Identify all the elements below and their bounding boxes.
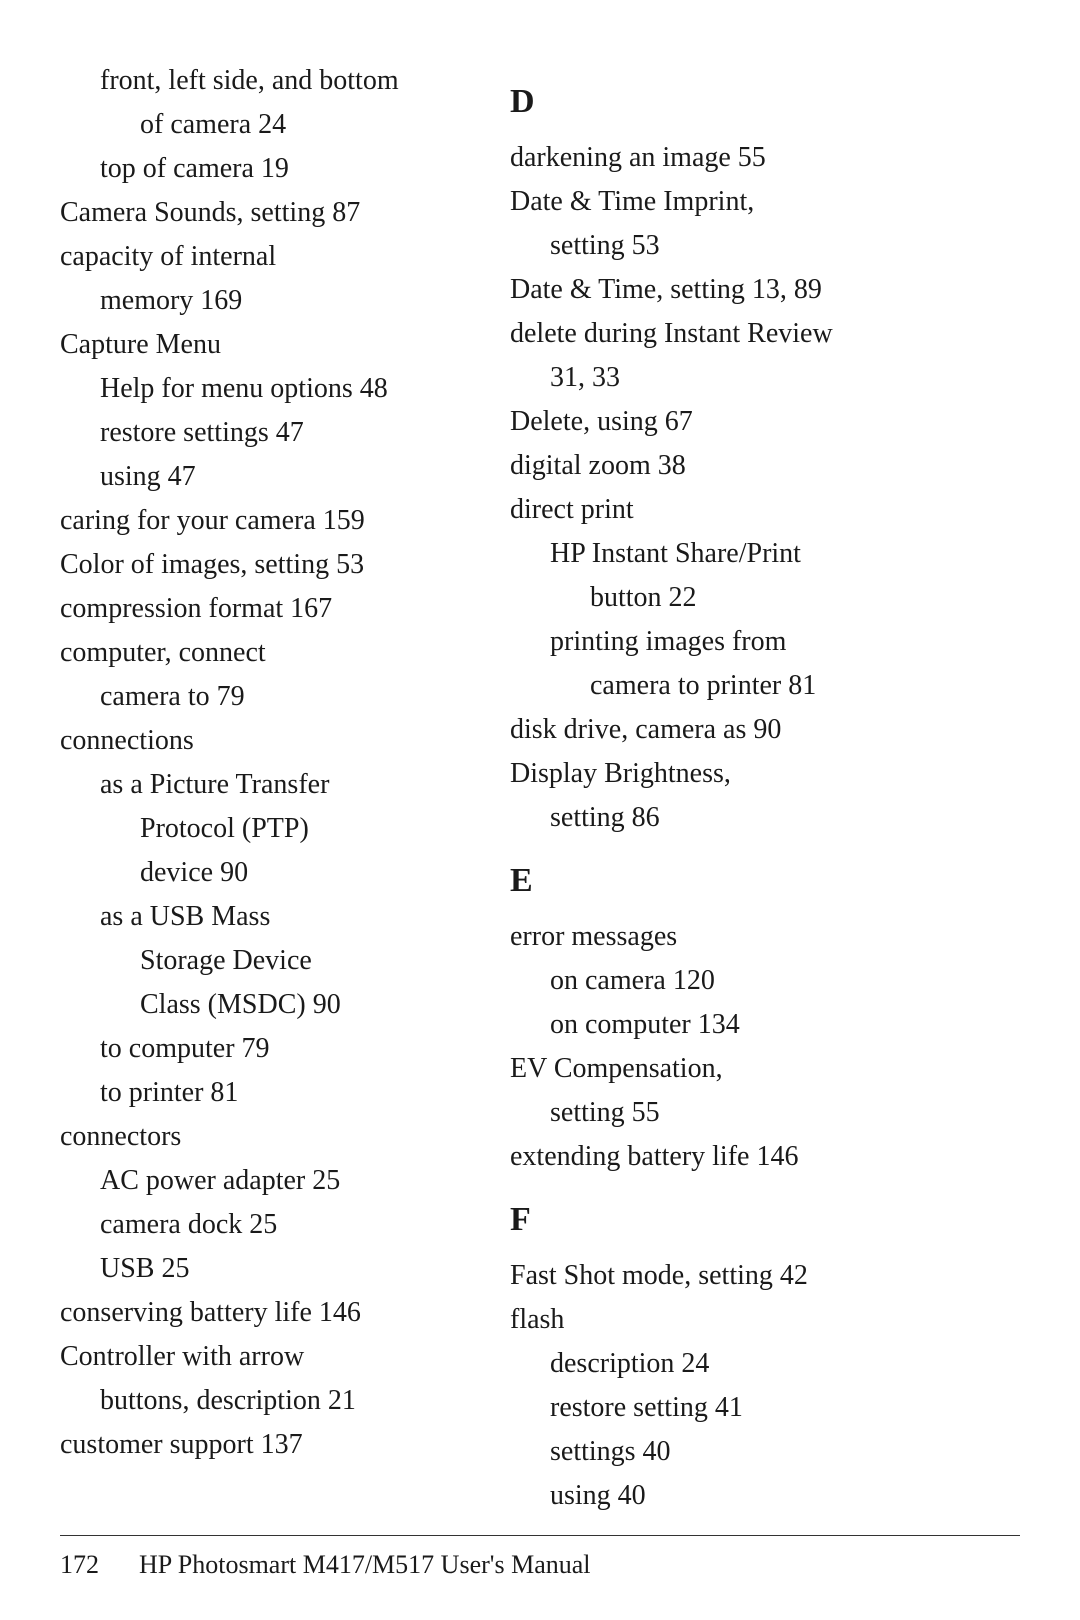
index-entry: EV Compensation, — [510, 1048, 1020, 1090]
content-area: front, left side, and bottomof camera 24… — [60, 60, 1020, 1460]
index-entry: delete during Instant Review — [510, 313, 1020, 355]
index-entry: top of camera 19 — [60, 148, 460, 190]
index-entry: Storage Device — [60, 940, 460, 982]
index-entry: as a Picture Transfer — [60, 764, 460, 806]
index-entry: capacity of internal — [60, 236, 460, 278]
index-entry: error messages — [510, 916, 1020, 958]
index-entry: device 90 — [60, 852, 460, 894]
index-entry: Camera Sounds, setting 87 — [60, 192, 460, 234]
index-entry: on camera 120 — [510, 960, 1020, 1002]
index-entry: direct print — [510, 489, 1020, 531]
index-entry: description 24 — [510, 1343, 1020, 1385]
index-entry: setting 55 — [510, 1092, 1020, 1134]
index-entry: compression format 167 — [60, 588, 460, 630]
index-entry: Date & Time, setting 13, 89 — [510, 269, 1020, 311]
index-entry: Capture Menu — [60, 324, 460, 366]
left-column: front, left side, and bottomof camera 24… — [60, 60, 490, 1460]
index-entry: 31, 33 — [510, 357, 1020, 399]
footer-title: HP Photosmart M417/M517 User's Manual — [139, 1550, 591, 1580]
index-entry: on computer 134 — [510, 1004, 1020, 1046]
index-entry: as a USB Mass — [60, 896, 460, 938]
index-entry: to printer 81 — [60, 1072, 460, 1114]
index-entry: Delete, using 67 — [510, 401, 1020, 443]
index-entry: Class (MSDC) 90 — [60, 984, 460, 1026]
index-entry: settings 40 — [510, 1431, 1020, 1473]
footer: 172 HP Photosmart M417/M517 User's Manua… — [60, 1535, 1020, 1580]
index-entry: flash — [510, 1299, 1020, 1341]
index-entry: connections — [60, 720, 460, 762]
section-header: F — [510, 1194, 1020, 1245]
index-entry: using 47 — [60, 456, 460, 498]
index-entry: computer, connect — [60, 632, 460, 674]
index-entry: conserving battery life 146 — [60, 1292, 460, 1334]
index-entry: darkening an image 55 — [510, 137, 1020, 179]
index-entry: caring for your camera 159 — [60, 500, 460, 542]
index-entry: extending battery life 146 — [510, 1136, 1020, 1178]
index-entry: camera to 79 — [60, 676, 460, 718]
index-entry: Color of images, setting 53 — [60, 544, 460, 586]
index-entry: restore setting 41 — [510, 1387, 1020, 1429]
section-header: E — [510, 855, 1020, 906]
index-entry: disk drive, camera as 90 — [510, 709, 1020, 751]
index-entry: memory 169 — [60, 280, 460, 322]
page: front, left side, and bottomof camera 24… — [0, 0, 1080, 1620]
index-entry: connectors — [60, 1116, 460, 1158]
index-entry: front, left side, and bottom — [60, 60, 460, 102]
footer-page-number: 172 — [60, 1550, 99, 1580]
index-entry: Protocol (PTP) — [60, 808, 460, 850]
index-entry: setting 53 — [510, 225, 1020, 267]
index-entry: restore settings 47 — [60, 412, 460, 454]
index-entry: Date & Time Imprint, — [510, 181, 1020, 223]
index-entry: AC power adapter 25 — [60, 1160, 460, 1202]
index-entry: Controller with arrow — [60, 1336, 460, 1378]
index-entry: camera to printer 81 — [510, 665, 1020, 707]
index-entry: button 22 — [510, 577, 1020, 619]
index-entry: Fast Shot mode, setting 42 — [510, 1255, 1020, 1297]
index-entry: HP Instant Share/Print — [510, 533, 1020, 575]
index-entry: of camera 24 — [60, 104, 460, 146]
index-entry: camera dock 25 — [60, 1204, 460, 1246]
right-column: Ddarkening an image 55Date & Time Imprin… — [490, 60, 1020, 1460]
index-entry: Help for menu options 48 — [60, 368, 460, 410]
index-entry: printing images from — [510, 621, 1020, 663]
index-entry: to computer 79 — [60, 1028, 460, 1070]
section-header: D — [510, 76, 1020, 127]
index-entry: digital zoom 38 — [510, 445, 1020, 487]
index-entry: USB 25 — [60, 1248, 460, 1290]
index-entry: customer support 137 — [60, 1424, 460, 1466]
index-entry: setting 86 — [510, 797, 1020, 839]
index-entry: buttons, description 21 — [60, 1380, 460, 1422]
index-entry: Display Brightness, — [510, 753, 1020, 795]
index-entry: using 40 — [510, 1475, 1020, 1517]
